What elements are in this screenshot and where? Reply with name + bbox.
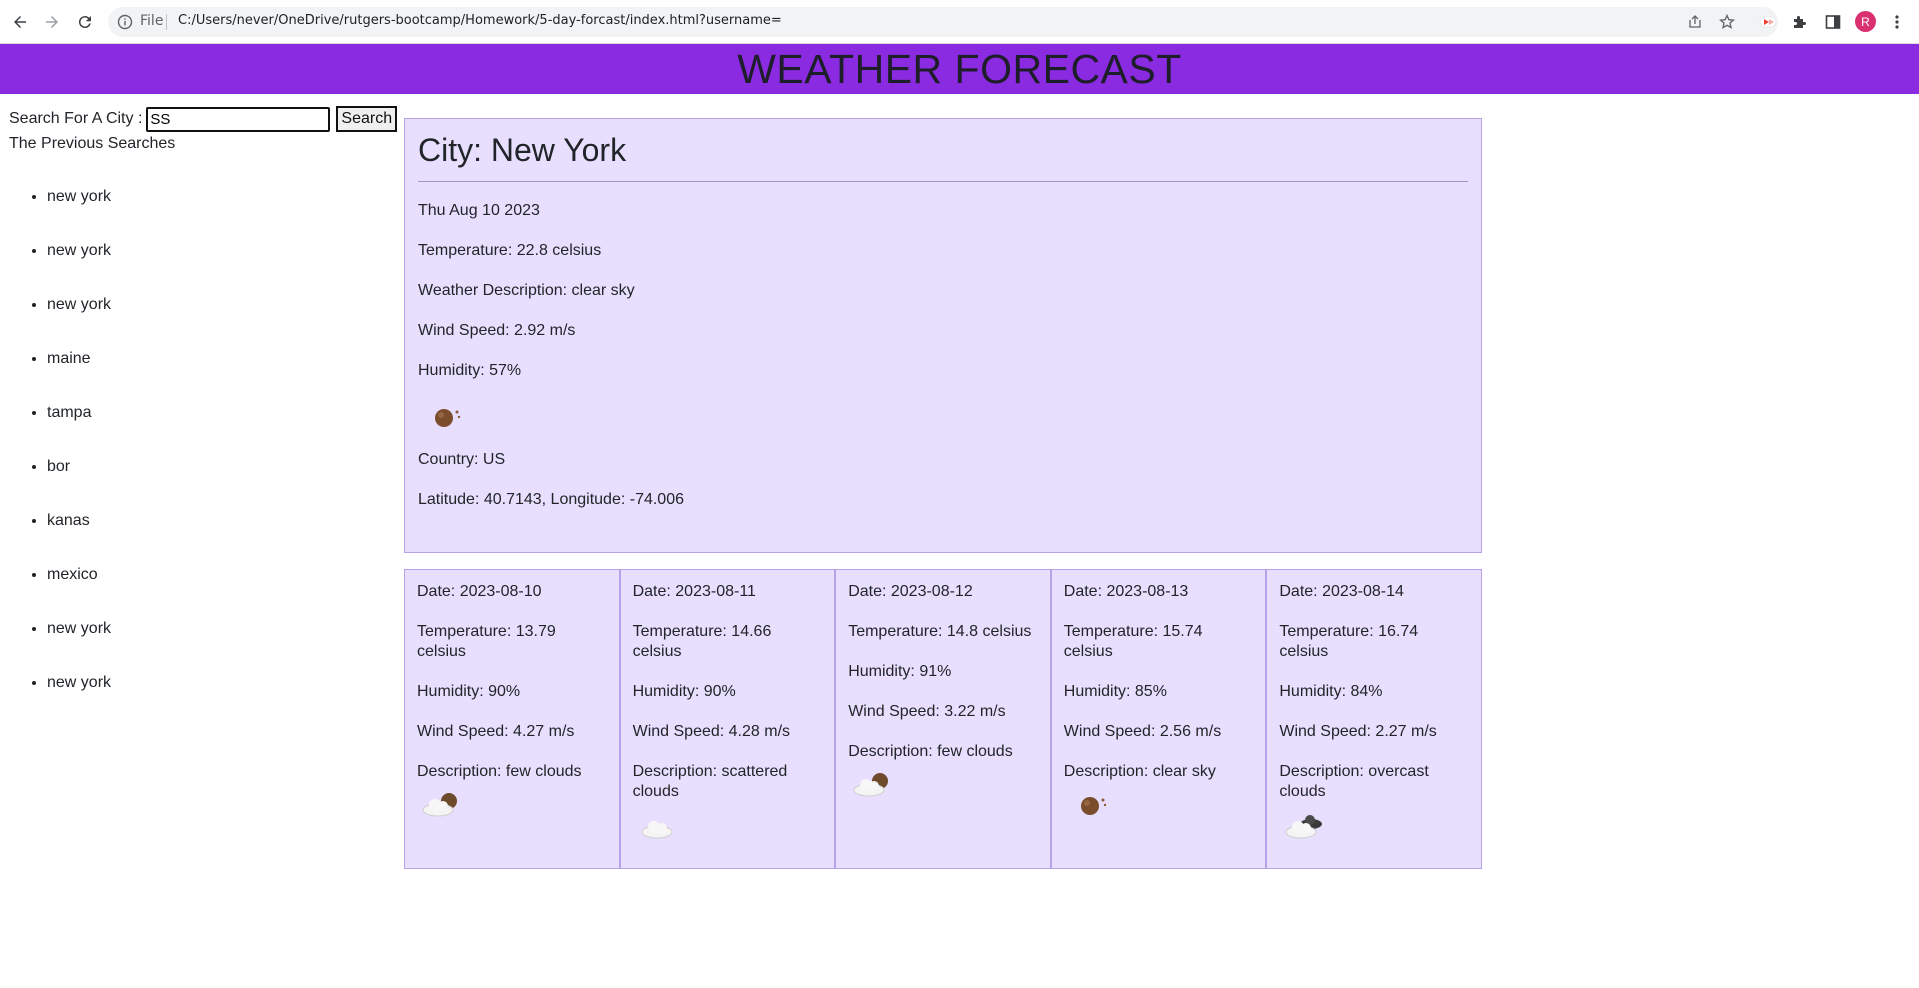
- forecast-description: Description: few clouds: [848, 743, 1013, 760]
- side-panel-icon[interactable]: [1823, 12, 1843, 32]
- search-button[interactable]: Search: [336, 106, 398, 132]
- current-wind-speed: Wind Speed: 2.92 m/s: [418, 322, 576, 339]
- search-label: Search For A City :: [9, 110, 143, 127]
- history-item[interactable]: mexico: [47, 566, 111, 620]
- history-item[interactable]: new york: [47, 242, 111, 296]
- forecast-temperature: Temperature: 13.79 celsius: [417, 623, 556, 660]
- page-header: WEATHER FORECAST: [0, 44, 1919, 94]
- city-name: City: New York: [418, 132, 627, 168]
- search-form: Search For A City : Search: [9, 106, 398, 132]
- back-arrow-icon[interactable]: [8, 10, 32, 34]
- forecast-card: Date: 2023-08-12 Temperature: 14.8 celsi…: [835, 569, 1051, 869]
- history-item[interactable]: new york: [47, 188, 111, 242]
- forecast-humidity: Humidity: 85%: [1063, 683, 1167, 700]
- forecast-wind-speed: Wind Speed: 3.22 m/s: [848, 703, 1006, 720]
- current-coordinates: Latitude: 40.7143, Longitude: -74.006: [418, 491, 684, 508]
- forecast-date: Date: 2023-08-14: [1279, 583, 1404, 600]
- current-description: Weather Description: clear sky: [418, 282, 635, 299]
- forecast-humidity: Humidity: 90%: [632, 683, 736, 700]
- search-history-list: new york new york new york maine tampa b…: [47, 188, 111, 728]
- forecast-wind-speed: Wind Speed: 4.27 m/s: [417, 723, 575, 740]
- forecast-date: Date: 2023-08-13: [1063, 583, 1189, 600]
- share-icon[interactable]: [1685, 12, 1705, 32]
- current-temperature: Temperature: 22.8 celsius: [418, 242, 602, 259]
- history-item[interactable]: maine: [47, 350, 111, 404]
- current-date: Thu Aug 10 2023: [418, 202, 540, 219]
- forecast-wind-speed: Wind Speed: 4.28 m/s: [632, 723, 791, 740]
- forecast-humidity: Humidity: 84%: [1279, 683, 1383, 700]
- forecast-wind-speed: Wind Speed: 2.27 m/s: [1279, 723, 1437, 740]
- history-item[interactable]: kanas: [47, 512, 111, 566]
- address-bar[interactable]: File C:/Users/never/OneDrive/rutgers-boo…: [108, 7, 1778, 37]
- current-country: Country: US: [418, 451, 506, 468]
- scattered-clouds-icon: [633, 810, 823, 845]
- forecast-humidity: Humidity: 91%: [848, 663, 952, 680]
- forward-arrow-icon[interactable]: [40, 10, 64, 34]
- forecast-description: Description: clear sky: [1063, 763, 1216, 780]
- browser-toolbar: File C:/Users/never/OneDrive/rutgers-boo…: [0, 0, 1919, 44]
- history-item[interactable]: new york: [47, 674, 111, 728]
- forecast-temperature: Temperature: 14.66 celsius: [632, 623, 772, 660]
- forecast-date: Date: 2023-08-10: [417, 583, 542, 600]
- few-clouds-icon: [417, 790, 607, 825]
- forecast-description: Description: overcast clouds: [1279, 763, 1429, 800]
- reload-icon[interactable]: [73, 10, 97, 34]
- forecast-description: Description: few clouds: [417, 763, 582, 780]
- history-item[interactable]: tampa: [47, 404, 111, 458]
- card-divider: [418, 181, 1468, 182]
- city-search-input[interactable]: [146, 106, 331, 132]
- star-icon[interactable]: [1717, 12, 1737, 32]
- forecast-wind-speed: Wind Speed: 2.56 m/s: [1063, 723, 1222, 740]
- history-item[interactable]: new york: [47, 620, 111, 674]
- forecast-card: Date: 2023-08-11 Temperature: 14.66 cels…: [619, 569, 836, 869]
- extension-icon[interactable]: [1758, 12, 1778, 32]
- forecast-date: Date: 2023-08-12: [848, 583, 973, 600]
- url-text[interactable]: C:/Users/never/OneDrive/rutgers-bootcamp…: [178, 13, 782, 28]
- few-clouds-icon: [848, 770, 1038, 805]
- page-title: WEATHER FORECAST: [737, 45, 1182, 92]
- info-icon[interactable]: [117, 14, 133, 30]
- forecast-date: Date: 2023-08-11: [632, 583, 756, 600]
- forecast-temperature: Temperature: 14.8 celsius: [848, 623, 1032, 640]
- history-item[interactable]: bor: [47, 458, 111, 512]
- forecast-card: Date: 2023-08-13 Temperature: 15.74 cels…: [1050, 569, 1267, 869]
- history-item[interactable]: new york: [47, 296, 111, 350]
- forecast-temperature: Temperature: 15.74 celsius: [1063, 623, 1203, 660]
- current-weather-card: City: New York Thu Aug 10 2023 Temperatu…: [404, 118, 1482, 553]
- clear-sky-icon: [418, 401, 1468, 450]
- forecast-temperature: Temperature: 16.74 celsius: [1279, 623, 1419, 660]
- clear-sky-icon: [1064, 790, 1254, 825]
- puzzle-icon[interactable]: [1790, 12, 1810, 32]
- current-humidity: Humidity: 57%: [418, 362, 522, 379]
- five-day-forecast: Date: 2023-08-10 Temperature: 13.79 cels…: [404, 569, 1482, 869]
- overcast-clouds-icon: [1279, 810, 1469, 845]
- more-icon[interactable]: [1887, 12, 1907, 32]
- forecast-humidity: Humidity: 90%: [417, 683, 521, 700]
- omnibox-divider: [166, 14, 167, 30]
- previous-searches-title: The Previous Searches: [9, 135, 176, 152]
- forecast-card: Date: 2023-08-10 Temperature: 13.79 cels…: [404, 569, 620, 869]
- forecast-description: Description: scattered clouds: [632, 763, 788, 800]
- avatar[interactable]: R: [1855, 11, 1876, 32]
- file-scheme-label: File: [140, 13, 164, 29]
- forecast-card: Date: 2023-08-14 Temperature: 16.74 cels…: [1266, 569, 1482, 869]
